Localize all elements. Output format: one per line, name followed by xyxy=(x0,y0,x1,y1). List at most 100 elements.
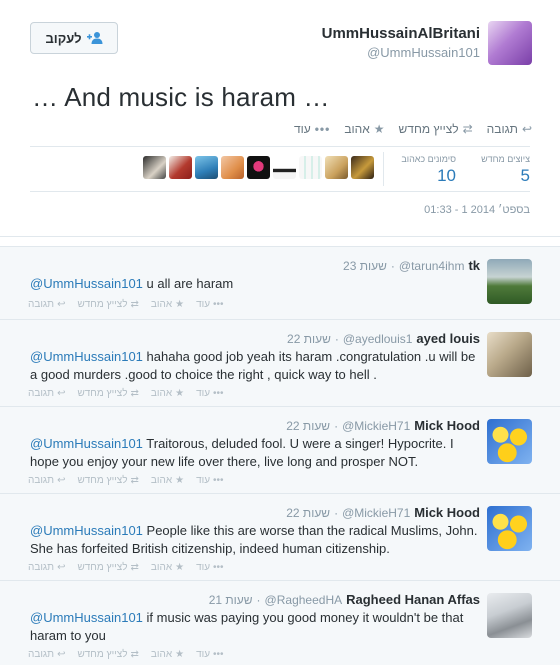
reply-text: @UmmHussain101 Traitorous, deluded fool.… xyxy=(30,435,478,471)
reply-time[interactable]: 22 שעות xyxy=(287,332,331,346)
reply-time[interactable]: 22 שעות xyxy=(286,419,330,433)
reply-avatar[interactable] xyxy=(487,419,532,464)
author-avatar[interactable] xyxy=(488,21,532,65)
favorite-action[interactable]: ★ אהוב xyxy=(344,122,384,136)
header-separator: · xyxy=(334,419,339,433)
follow-button[interactable]: לעקוב xyxy=(30,22,118,54)
reply-action[interactable]: ↩ תגובה xyxy=(28,388,65,399)
reply-author-name[interactable]: Ragheed Hanan Affas xyxy=(346,592,480,607)
retweet-label: לצייץ מחדש xyxy=(77,475,128,486)
retweet-action[interactable]: ⇄ לצייץ מחדש xyxy=(77,475,138,486)
reply-mention[interactable]: @UmmHussain101 xyxy=(30,349,143,364)
reply-mention[interactable]: @UmmHussain101 xyxy=(30,276,143,291)
favorite-action[interactable]: ★ אהוב xyxy=(151,388,184,399)
retweet-icon: ⇄ xyxy=(130,562,139,573)
retweet-label: לצייץ מחדש xyxy=(77,388,128,399)
reply-header: Mick Hood @MickieH71 · 22 שעות xyxy=(286,505,480,520)
more-label: עוד xyxy=(196,562,211,573)
more-action[interactable]: ••• עוד xyxy=(196,299,223,310)
favorite-stat[interactable]: סימונים כאהוב 10 xyxy=(401,154,456,186)
reply-text: @UmmHussain101 People like this are wors… xyxy=(30,522,478,558)
favoriter-avatar[interactable] xyxy=(351,156,374,179)
reply-avatar[interactable] xyxy=(487,259,532,304)
retweet-icon: ⇄ xyxy=(130,299,139,310)
more-label: עוד xyxy=(196,649,211,660)
reply-avatar[interactable] xyxy=(487,332,532,377)
reply-action[interactable]: ↩ תגובה xyxy=(487,122,532,136)
retweet-action[interactable]: ⇄ לצייץ מחדש xyxy=(77,649,138,660)
favoriter-avatar[interactable] xyxy=(247,156,270,179)
favorite-action[interactable]: ★ אהוב xyxy=(151,562,184,573)
star-icon: ★ xyxy=(175,475,185,486)
more-action[interactable]: ••• עוד xyxy=(196,388,223,399)
reply-tweet[interactable]: Mick Hood @MickieH71 · 22 שעות @UmmHussa… xyxy=(0,493,560,580)
more-action[interactable]: ••• עוד xyxy=(196,475,223,486)
reply-avatar[interactable] xyxy=(487,506,532,551)
reply-header: Mick Hood @MickieH71 · 22 שעות xyxy=(286,418,480,433)
reply-avatar[interactable] xyxy=(487,593,532,638)
reply-tweet[interactable]: ayed louis @ayedlouis1 · 22 שעות @UmmHus… xyxy=(0,319,560,406)
reply-author-name[interactable]: Mick Hood xyxy=(414,418,480,433)
favoriter-avatar[interactable] xyxy=(325,156,348,179)
tweet-actions: ↩ תגובה ⇄ לצייץ מחדש ★ אהוב ••• עוד xyxy=(294,122,532,136)
header-separator: · xyxy=(334,506,339,520)
reply-label: תגובה xyxy=(28,388,55,399)
reply-tweet[interactable]: Mick Hood @MickieH71 · 22 שעות @UmmHussa… xyxy=(0,406,560,493)
header-separator: · xyxy=(390,259,395,273)
reply-mention[interactable]: @UmmHussain101 xyxy=(30,436,143,451)
reply-label: תגובה xyxy=(28,475,55,486)
reply-mention[interactable]: @UmmHussain101 xyxy=(30,610,143,625)
main-tweet: לעקוב UmmHussainAlBritani @UmmHussain101… xyxy=(0,0,560,237)
more-label: עוד xyxy=(196,299,211,310)
favorite-action[interactable]: ★ אהוב xyxy=(151,649,184,660)
retweet-stat[interactable]: ציוצים מחדש 5 xyxy=(481,154,530,186)
more-label: עוד xyxy=(196,388,211,399)
reply-tweet[interactable]: Ragheed Hanan Affas @RagheedHA · 21 שעות… xyxy=(0,580,560,665)
tweet-timestamp[interactable]: 01:33 - 1 בספט׳ 2014 xyxy=(424,204,530,216)
reply-action[interactable]: ↩ תגובה xyxy=(28,299,65,310)
favoriter-avatar[interactable] xyxy=(169,156,192,179)
reply-header: tk @tarun4ihm · 23 שעות xyxy=(343,258,480,273)
retweet-icon: ⇄ xyxy=(130,388,139,399)
reply-author-name[interactable]: tk xyxy=(468,258,480,273)
header-separator: · xyxy=(256,593,261,607)
favoriter-avatar[interactable] xyxy=(299,156,322,179)
reply-author-handle[interactable]: @MickieH71 xyxy=(342,419,410,433)
favorite-action[interactable]: ★ אהוב xyxy=(151,299,184,310)
star-icon: ★ xyxy=(175,649,185,660)
favoriter-avatar[interactable] xyxy=(195,156,218,179)
favorite-action[interactable]: ★ אהוב xyxy=(151,475,184,486)
author-display-name[interactable]: UmmHussainAlBritani xyxy=(322,25,480,42)
favorite-label: אהוב xyxy=(150,475,173,486)
replies-list: tk @tarun4ihm · 23 שעות @UmmHussain101 u… xyxy=(0,246,560,665)
retweet-action[interactable]: ⇄ לצייץ מחדש xyxy=(399,122,473,136)
reply-author-name[interactable]: ayed louis xyxy=(416,331,480,346)
favoriter-avatar[interactable] xyxy=(273,156,296,179)
retweet-action[interactable]: ⇄ לצייץ מחדש xyxy=(77,562,138,573)
reply-time[interactable]: 22 שעות xyxy=(286,506,330,520)
more-action[interactable]: ••• עוד xyxy=(196,562,223,573)
reply-action[interactable]: ↩ תגובה xyxy=(28,562,65,573)
favoriter-avatar[interactable] xyxy=(221,156,244,179)
reply-action[interactable]: ↩ תגובה xyxy=(28,475,65,486)
retweet-icon: ⇄ xyxy=(130,649,139,660)
more-action[interactable]: ••• עוד xyxy=(294,122,330,136)
retweet-action[interactable]: ⇄ לצייץ מחדש xyxy=(77,388,138,399)
reply-mention[interactable]: @UmmHussain101 xyxy=(30,523,143,538)
reply-action[interactable]: ↩ תגובה xyxy=(28,649,65,660)
reply-author-handle[interactable]: @tarun4ihm xyxy=(399,259,465,273)
reply-author-handle[interactable]: @ayedlouis1 xyxy=(343,332,413,346)
reply-time[interactable]: 23 שעות xyxy=(343,259,387,273)
reply-time[interactable]: 21 שעות xyxy=(209,593,253,607)
more-action[interactable]: ••• עוד xyxy=(196,649,223,660)
more-dots-icon: ••• xyxy=(314,122,331,136)
favoriter-avatar[interactable] xyxy=(143,156,166,179)
reply-tweet[interactable]: tk @tarun4ihm · 23 שעות @UmmHussain101 u… xyxy=(0,246,560,319)
reply-author-handle[interactable]: @RagheedHA xyxy=(265,593,343,607)
reply-text: @UmmHussain101 hahaha good job yeah its … xyxy=(30,348,478,384)
retweet-action[interactable]: ⇄ לצייץ מחדש xyxy=(77,299,138,310)
author-screen-name[interactable]: @UmmHussain101 xyxy=(367,45,480,60)
reply-icon: ↩ xyxy=(57,299,66,310)
reply-author-handle[interactable]: @MickieH71 xyxy=(342,506,410,520)
reply-author-name[interactable]: Mick Hood xyxy=(414,505,480,520)
